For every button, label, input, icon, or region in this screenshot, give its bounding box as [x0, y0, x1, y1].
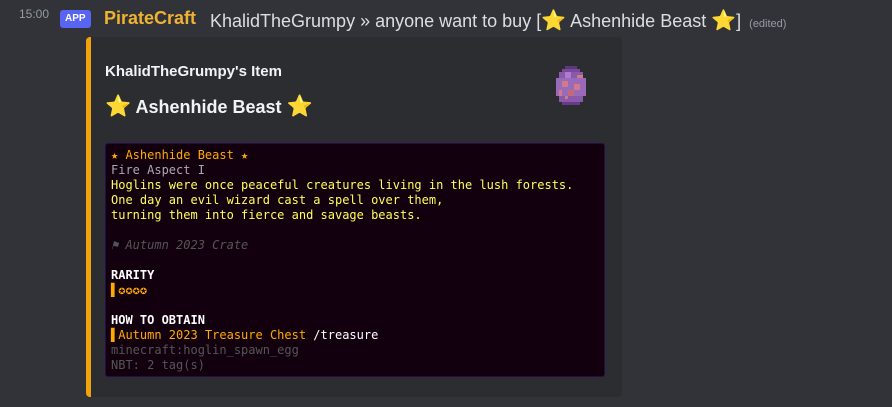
content-prefix: KhalidTheGrumpy » anyone want to buy [: [210, 11, 542, 31]
tooltip-crate: ⚑ Autumn 2023 Crate: [111, 238, 249, 252]
embed-title: KhalidTheGrumpy's Item: [105, 63, 282, 80]
item-embed: KhalidTheGrumpy's Item ⭐ Ashenhide Beast…: [86, 37, 622, 397]
embed-item-name: ⭐ Ashenhide Beast ⭐: [105, 95, 313, 119]
message-header: APP PirateCraft KhalidTheGrumpy » anyone…: [0, 8, 892, 34]
hoglin-spawn-egg-icon[interactable]: [547, 63, 595, 111]
star-icon: ⭐: [286, 95, 313, 118]
content-suffix: ]: [736, 11, 742, 31]
tooltip-obtain-source: ▌Autumn 2023 Treasure Chest: [111, 328, 307, 342]
tooltip-enchant: Fire Aspect I: [111, 163, 205, 177]
tooltip-rarity-value: ▌✪✪✪✪: [111, 283, 148, 297]
content-item: Ashenhide Beast: [566, 11, 712, 31]
tooltip-item-name: ★ Ashenhide Beast ★: [111, 148, 249, 162]
star-icon: ⭐: [711, 10, 737, 32]
star-icon: ⭐: [105, 95, 132, 118]
author-name[interactable]: PirateCraft: [104, 8, 196, 29]
tooltip-lore-line: turning them into fierce and savage beas…: [111, 208, 422, 222]
tooltip-nbt: NBT: 2 tag(s): [111, 358, 205, 372]
tooltip-obtain-header: HOW TO OBTAIN: [111, 313, 205, 327]
star-icon: ⭐: [541, 10, 567, 32]
tooltip-lore-line: One day an evil wizard cast a spell over…: [111, 193, 444, 207]
message-content: KhalidTheGrumpy » anyone want to buy [⭐ …: [210, 8, 786, 33]
edited-label: (edited): [749, 18, 787, 30]
tooltip-lore-line: Hoglins were once peaceful creatures liv…: [111, 178, 574, 192]
tooltip-obtain-command: /treasure: [306, 328, 379, 342]
tooltip-rarity-header: RARITY: [111, 268, 155, 282]
tooltip-item-id: minecraft:hoglin_spawn_egg: [111, 343, 299, 357]
tooltip-obtain-line: ▌Autumn 2023 Treasure Chest /treasure: [111, 328, 599, 343]
item-tooltip: ★ Ashenhide Beast ★ Fire Aspect I Hoglin…: [105, 143, 605, 377]
item-name-text: Ashenhide Beast: [135, 97, 282, 117]
app-badge: APP: [60, 10, 91, 28]
